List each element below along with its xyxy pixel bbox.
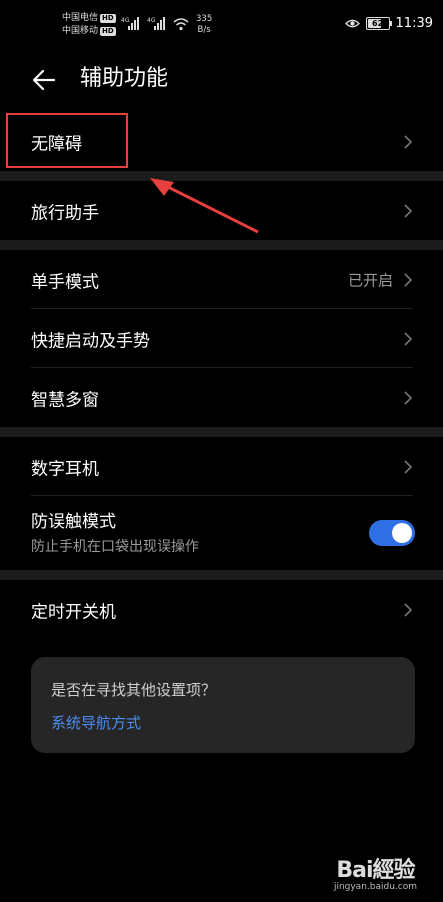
section-gap [0, 570, 443, 580]
svg-text:4G: 4G [147, 17, 156, 24]
signal-icon: 4G [147, 17, 165, 30]
svg-text:4G: 4G [121, 17, 130, 24]
watermark-logo: Bai經验 [336, 858, 415, 883]
watermark-url: jingyan.baidu.com [333, 882, 417, 892]
row-label: 智慧多窗 [31, 390, 99, 410]
speed-value: 335 [196, 14, 213, 24]
row-scheduled-power[interactable]: 定时开关机 [0, 580, 443, 639]
carrier-2: 中国移动 [62, 26, 99, 36]
row-label: 单手模式 [31, 272, 99, 292]
row-one-hand-mode[interactable]: 单手模式 已开启 [0, 250, 443, 309]
chevron-right-icon [404, 390, 413, 405]
row-label: 快捷启动及手势 [31, 331, 150, 351]
signal-icon: 4G [121, 17, 139, 30]
back-arrow-icon[interactable] [30, 66, 58, 94]
carrier-info: 中国电信 HD 中国移动 HD [62, 12, 116, 38]
section-gap [0, 240, 443, 250]
hd-badge: HD [100, 14, 116, 23]
network-speed: 335 B/s [196, 14, 212, 36]
eye-comfort-icon [344, 19, 360, 28]
signal-indicators: 4G 4G [121, 15, 189, 31]
suggestion-card: 是否在寻找其他设置项？ 系统导航方式 [31, 657, 415, 753]
baidu-jingyan-watermark: Bai經验 jingyan.baidu.com [334, 852, 417, 892]
wifi-icon [173, 18, 189, 31]
row-accidental-touch-mode[interactable]: 防误触模式 防止手机在口袋出现误操作 [0, 496, 443, 570]
row-sublabel: 防止手机在口袋出现误操作 [31, 539, 199, 555]
speed-unit: B/s [197, 25, 211, 35]
chevron-right-icon [404, 331, 413, 346]
section-gap [0, 427, 443, 437]
page-title: 辅助功能 [80, 66, 169, 91]
annotation-highlight-box [6, 113, 128, 168]
chevron-right-icon [404, 134, 413, 149]
chevron-right-icon [404, 459, 413, 474]
toggle-knob [392, 523, 412, 543]
system-navigation-link[interactable]: 系统导航方式 [51, 712, 141, 733]
row-quick-launch-gestures[interactable]: 快捷启动及手势 [0, 309, 443, 368]
chevron-right-icon [404, 602, 413, 617]
chevron-right-icon [404, 272, 413, 287]
chevron-right-icon [404, 203, 413, 218]
status-value: 已开启 [347, 271, 393, 289]
row-label: 旅行助手 [31, 203, 99, 223]
status-right: 62 11:39 [344, 16, 433, 31]
battery-icon: 62 [365, 17, 392, 30]
row-label: 防误触模式 [31, 512, 116, 532]
row-label: 定时开关机 [31, 602, 116, 622]
suggestion-question: 是否在寻找其他设置项？ [51, 681, 217, 699]
row-digital-earphone[interactable]: 数字耳机 [0, 437, 443, 496]
annotation-arrow-icon [150, 178, 259, 234]
row-smart-multi-window[interactable]: 智慧多窗 [0, 368, 443, 427]
accidental-touch-toggle[interactable] [369, 520, 415, 546]
status-bar: 中国电信 HD 中国移动 HD 4G 4G 335 B/s 62 11:39 [0, 0, 443, 52]
carrier-1: 中国电信 [62, 13, 99, 23]
clock: 11:39 [395, 16, 433, 31]
row-label: 数字耳机 [31, 459, 99, 479]
title-bar: 辅助功能 [0, 52, 443, 108]
battery-level: 62 [371, 19, 384, 28]
hd-badge: HD [100, 27, 116, 36]
